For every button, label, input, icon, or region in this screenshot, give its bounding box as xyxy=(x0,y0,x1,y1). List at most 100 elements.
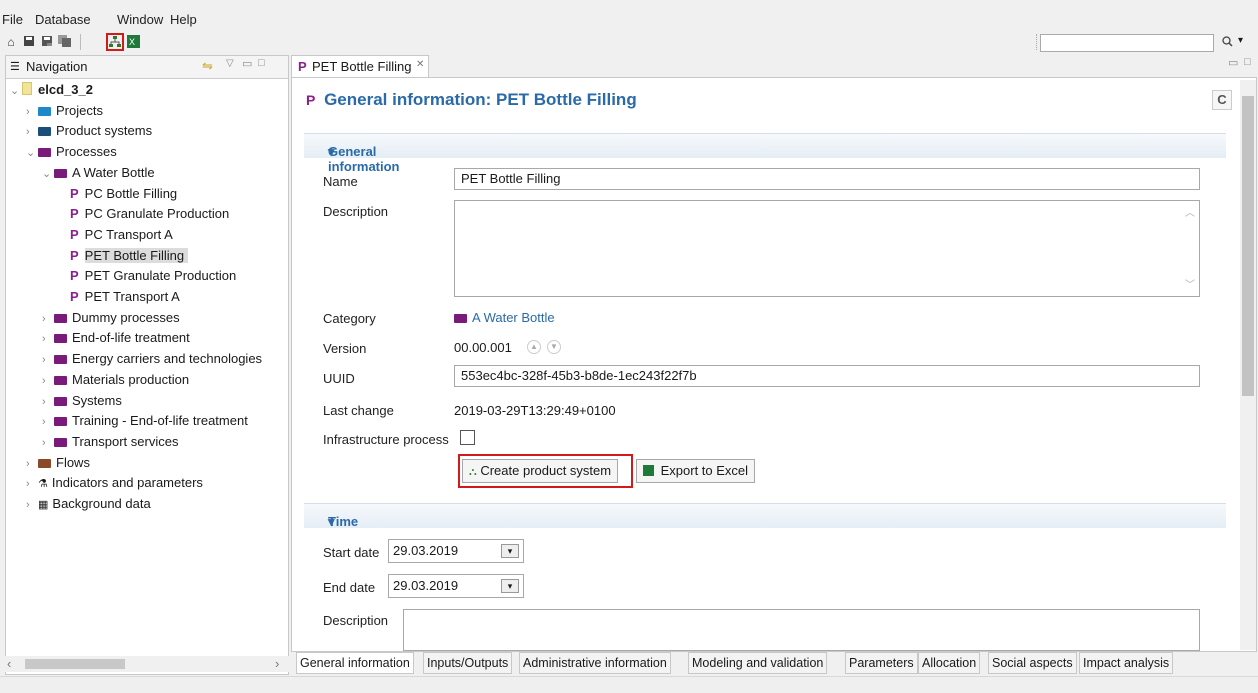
tree-item-background-data[interactable]: › ▦ Background data xyxy=(26,494,151,514)
name-label: Name xyxy=(323,174,358,189)
grid-icon: ▦ xyxy=(38,499,49,511)
expand-icon[interactable]: › xyxy=(42,371,54,391)
version-down-icon[interactable]: ▼ xyxy=(547,340,561,354)
tree-item-transport-services[interactable]: › Transport services xyxy=(42,432,178,452)
tree-item-end-of-life-treatment[interactable]: › End-of-life treatment xyxy=(42,328,190,348)
expand-icon[interactable]: › xyxy=(42,433,54,453)
scrollbar-thumb[interactable] xyxy=(1242,96,1254,396)
section-time[interactable]: ▾ Time xyxy=(304,503,1226,529)
tree-item-indicators-and-parameters[interactable]: › ⚗ Indicators and parameters xyxy=(26,473,203,493)
create-product-system-highlight-box xyxy=(458,454,633,488)
status-bar xyxy=(0,676,1258,693)
refresh-icon[interactable]: C xyxy=(1212,90,1232,110)
tree-item-label: PC Granulate Production xyxy=(84,206,230,222)
section-general-information[interactable]: ▾ General information xyxy=(304,133,1226,174)
tree-item-projects[interactable]: › Projects xyxy=(26,101,103,121)
tree-item-processes[interactable]: ⌄ Processes xyxy=(26,142,117,162)
tree-item-elcd-3-2[interactable]: ⌄ elcd_3_2 xyxy=(10,80,93,100)
expand-icon[interactable]: › xyxy=(26,454,38,474)
menu-help[interactable]: Help xyxy=(170,12,197,27)
expand-icon[interactable]: › xyxy=(42,350,54,370)
infrastructure-checkbox[interactable] xyxy=(460,430,475,445)
time-description-field[interactable] xyxy=(403,609,1200,651)
excel-icon[interactable]: X xyxy=(126,35,140,49)
form-title: P General information: PET Bottle Fillin… xyxy=(306,90,637,110)
expand-icon[interactable]: › xyxy=(26,102,38,122)
editor-minimize-icon[interactable]: ▭ xyxy=(1228,56,1238,69)
category-link[interactable]: A Water Bottle xyxy=(454,310,555,325)
tab-social-aspects[interactable]: Social aspects xyxy=(988,652,1077,674)
tree-item-pet-granulate-production[interactable]: P PET Granulate Production xyxy=(58,266,236,286)
menu-window[interactable]: Window xyxy=(117,12,163,27)
tree-item-pc-bottle-filling[interactable]: P PC Bottle Filling xyxy=(58,184,177,204)
calendar-icon[interactable]: ▾ xyxy=(501,579,519,593)
expand-icon[interactable]: › xyxy=(26,495,38,515)
home-icon[interactable]: ⌂ xyxy=(4,35,18,49)
editor-scrollbar[interactable] xyxy=(1240,80,1256,650)
tree-item-product-systems[interactable]: › Product systems xyxy=(26,121,152,141)
tab-parameters[interactable]: Parameters xyxy=(845,652,918,674)
tree-item-energy-carriers-and-technologies[interactable]: › Energy carriers and technologies xyxy=(42,349,262,369)
scroll-left-icon[interactable]: ‹ xyxy=(7,656,11,671)
editor-maximize-icon[interactable]: □ xyxy=(1244,56,1251,68)
scroll-up-icon[interactable]: ︿ xyxy=(1185,204,1195,219)
search-icon[interactable] xyxy=(1222,36,1233,50)
expand-icon[interactable]: › xyxy=(26,474,38,494)
collapse-icon[interactable]: ⌄ xyxy=(26,143,38,163)
expand-icon[interactable]: › xyxy=(42,412,54,432)
expand-icon[interactable]: › xyxy=(42,392,54,412)
link-editor-icon[interactable]: ⇋ xyxy=(202,58,213,74)
tree-item-pet-transport-a[interactable]: P PET Transport A xyxy=(58,287,180,307)
search-input[interactable] xyxy=(1040,34,1214,52)
end-date-field[interactable]: 29.03.2019 ▾ xyxy=(388,574,524,598)
search-dropdown-icon[interactable]: ▾ xyxy=(1238,35,1243,46)
collapse-icon[interactable]: ⌄ xyxy=(42,164,54,184)
tree-item-training-end-of-life-treatment[interactable]: › Training - End-of-life treatment xyxy=(42,411,248,431)
tree-item-pc-transport-a[interactable]: P PC Transport A xyxy=(58,225,173,245)
version-up-icon[interactable]: ▲ xyxy=(527,340,541,354)
expand-icon[interactable]: › xyxy=(42,309,54,329)
navigation-scrollbar[interactable]: ‹ › xyxy=(5,656,289,672)
tab-inputs-outputs[interactable]: Inputs/Outputs xyxy=(423,652,513,674)
end-date-label: End date xyxy=(323,580,376,595)
view-menu-icon[interactable]: ▽ xyxy=(226,58,234,69)
menu-file[interactable]: File xyxy=(2,12,23,27)
save-all-icon[interactable] xyxy=(58,35,72,49)
indicator-icon: ⚗ xyxy=(38,478,48,491)
tab-modeling-and-validation[interactable]: Modeling and validation xyxy=(688,652,828,674)
description-field[interactable] xyxy=(454,200,1200,297)
tab-general-information[interactable]: General information xyxy=(296,652,414,674)
tree-item-systems[interactable]: › Systems xyxy=(42,391,122,411)
scroll-down-icon[interactable]: ﹀ xyxy=(1185,276,1195,291)
menu-database[interactable]: Database xyxy=(35,12,91,27)
save-as-icon[interactable] xyxy=(40,35,54,49)
excel-icon xyxy=(643,465,654,476)
tree-item-dummy-processes[interactable]: › Dummy processes xyxy=(42,308,180,328)
expand-icon[interactable]: › xyxy=(42,329,54,349)
tree-item-a-water-bottle[interactable]: ⌄ A Water Bottle xyxy=(42,163,155,183)
tree-item-materials-production[interactable]: › Materials production xyxy=(42,370,189,390)
close-icon[interactable]: ✕ xyxy=(416,59,424,70)
export-excel-button[interactable]: Export to Excel xyxy=(636,459,756,483)
tab-allocation[interactable]: Allocation xyxy=(918,652,981,674)
scrollbar-thumb[interactable] xyxy=(25,659,125,669)
save-icon[interactable] xyxy=(22,35,36,49)
tab-impact-analysis[interactable]: Impact analysis xyxy=(1079,652,1174,674)
expand-icon[interactable]: › xyxy=(26,122,38,142)
collapse-icon[interactable]: ⌄ xyxy=(10,81,22,101)
tab-pet-bottle-filling[interactable]: P PET Bottle Filling ✕ xyxy=(291,55,429,77)
tab-administrative-information[interactable]: Administrative information xyxy=(519,652,671,674)
calendar-icon[interactable]: ▾ xyxy=(501,544,519,558)
start-date-field[interactable]: 29.03.2019 ▾ xyxy=(388,539,524,563)
uuid-field[interactable]: 553ec4bc-328f-45b3-b8de-1ec243f22f7b xyxy=(454,365,1200,387)
tree-item-pc-granulate-production[interactable]: P PC Granulate Production xyxy=(58,204,229,224)
last-change-value: 2019-03-29T13:29:49+0100 xyxy=(454,403,616,418)
maximize-icon[interactable]: □ xyxy=(258,57,265,69)
tree-item-label: A Water Bottle xyxy=(72,164,155,180)
tree-item-flows[interactable]: › Flows xyxy=(26,453,90,473)
name-field[interactable]: PET Bottle Filling xyxy=(454,168,1200,190)
tree-item-pet-bottle-filling[interactable]: P PET Bottle Filling xyxy=(58,246,189,266)
scroll-right-icon[interactable]: › xyxy=(275,656,279,671)
tree-item-label: Training - End-of-life treatment xyxy=(72,413,248,429)
minimize-icon[interactable]: ▭ xyxy=(242,57,252,70)
